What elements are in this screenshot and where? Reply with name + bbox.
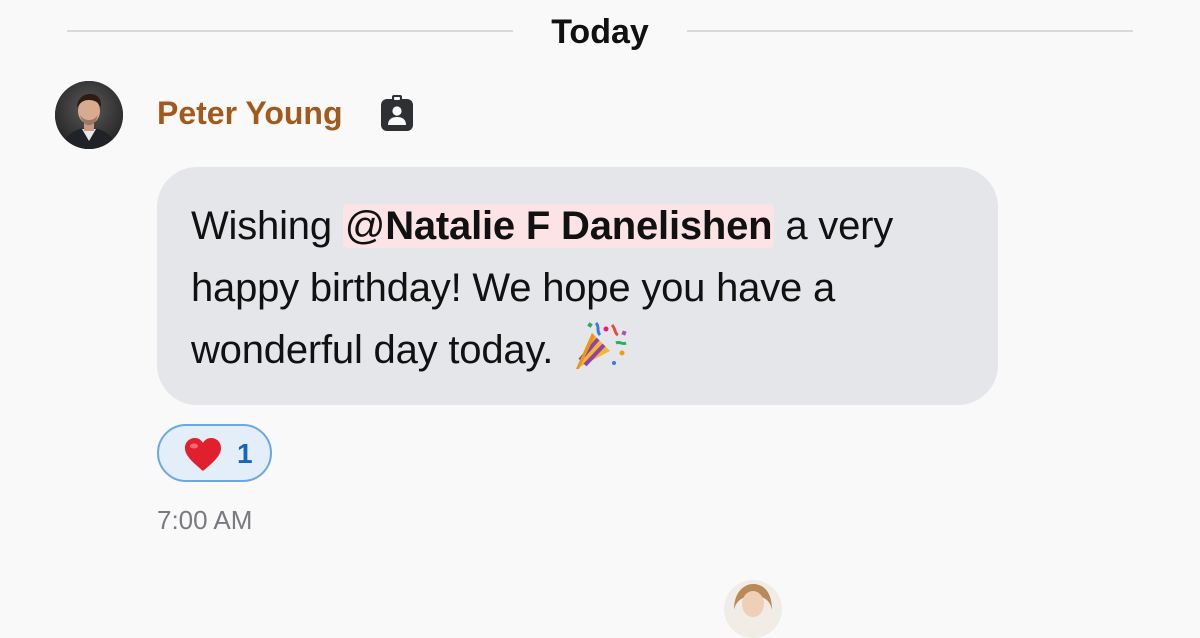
message-text: Wishing @Natalie F Danelishen a very hap… [191, 195, 981, 381]
mention-at: @ [344, 204, 386, 248]
red-heart-icon [183, 437, 223, 473]
message-timestamp: 7:00 AM [157, 505, 253, 535]
divider-line-left [67, 30, 513, 32]
sender-avatar[interactable] [55, 81, 123, 149]
message-bubble[interactable]: Wishing @Natalie F Danelishen a very hap… [157, 167, 998, 405]
sender-name[interactable]: Peter Young [157, 94, 343, 132]
reaction-count: 1 [237, 438, 253, 469]
user-avatar-icon [724, 580, 782, 638]
date-divider-label: Today [551, 13, 649, 51]
date-divider: Today [0, 0, 1200, 64]
party-popper-icon [570, 319, 630, 371]
reaction-chip[interactable]: 1 [157, 424, 272, 482]
next-sender-avatar[interactable] [724, 580, 782, 638]
mention-name: Natalie F Danelishen [385, 204, 773, 248]
user-avatar-icon [55, 81, 123, 149]
divider-line-right [687, 30, 1133, 32]
mention[interactable]: @Natalie F Danelishen [342, 204, 775, 248]
message-text-before: Wishing [191, 204, 343, 248]
contact-card-icon[interactable] [380, 95, 414, 132]
